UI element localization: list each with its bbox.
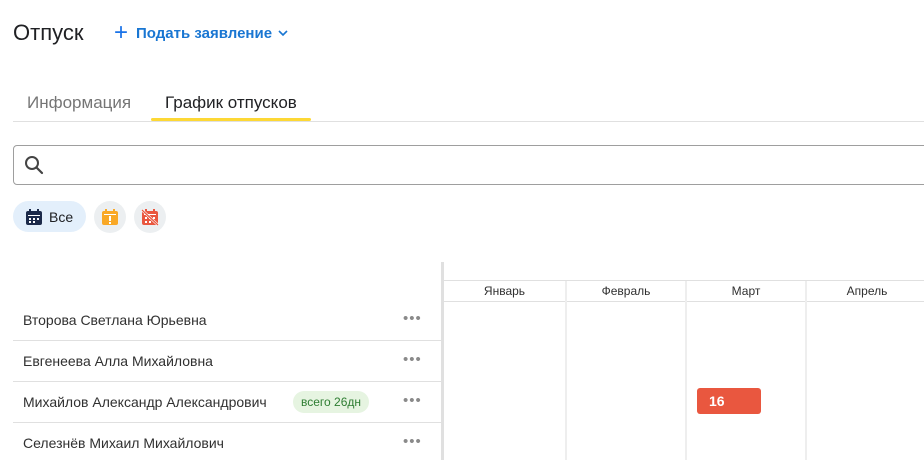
tab-bar: Информация График отпусков bbox=[13, 88, 924, 122]
calendar-rejected-icon bbox=[141, 209, 159, 226]
calendar-icon bbox=[26, 208, 42, 225]
month-divider bbox=[685, 281, 687, 460]
vacation-bar[interactable]: 16 bbox=[697, 388, 761, 414]
month-header-january: Январь bbox=[444, 281, 565, 302]
list-item: Второва Светлана Юрьевна ••• bbox=[13, 300, 441, 341]
active-tab-indicator bbox=[151, 118, 311, 121]
filter-all-label: Все bbox=[49, 208, 74, 225]
more-options-icon[interactable]: ••• bbox=[403, 392, 422, 409]
list-item: Селезнёв Михаил Михайлович ••• bbox=[13, 423, 441, 463]
vacation-calendar: Январь Февраль Март Апрель bbox=[441, 262, 924, 460]
page-title: Отпуск bbox=[13, 20, 84, 45]
employee-name: Михайлов Александр Александрович bbox=[23, 394, 267, 410]
month-header-february: Февраль bbox=[567, 281, 685, 302]
new-application-button[interactable]: + Подать заявление bbox=[114, 19, 289, 46]
month-header-april: Апрель bbox=[807, 281, 924, 302]
list-item: Евгенеева Алла Михайловна ••• bbox=[13, 341, 441, 382]
employee-name: Селезнёв Михаил Михайлович bbox=[23, 435, 224, 451]
month-divider bbox=[565, 281, 567, 460]
search-input[interactable] bbox=[54, 152, 918, 180]
more-options-icon[interactable]: ••• bbox=[403, 433, 422, 450]
employee-name: Второва Светлана Юрьевна bbox=[23, 312, 207, 328]
search-box bbox=[13, 145, 924, 185]
plus-icon: + bbox=[114, 19, 129, 46]
chevron-down-icon bbox=[278, 30, 288, 37]
filter-pending-button[interactable] bbox=[94, 201, 126, 233]
calendar-top-strip bbox=[444, 262, 924, 281]
filter-rejected-button[interactable] bbox=[134, 201, 166, 233]
employee-name: Евгенеева Алла Михайловна bbox=[23, 353, 213, 369]
tab-information[interactable]: Информация bbox=[13, 92, 145, 120]
employee-list: Второва Светлана Юрьевна ••• Евгенеева А… bbox=[13, 300, 441, 463]
search-icon bbox=[25, 156, 44, 175]
tab-vacation-schedule[interactable]: График отпусков bbox=[151, 92, 311, 121]
list-item: Михайлов Александр Александрович всего 2… bbox=[13, 382, 441, 423]
tab-vacation-schedule-label: График отпусков bbox=[165, 93, 297, 112]
more-options-icon[interactable]: ••• bbox=[403, 351, 422, 368]
total-days-badge: всего 26дн bbox=[293, 391, 370, 413]
more-options-icon[interactable]: ••• bbox=[403, 310, 422, 327]
month-divider bbox=[805, 281, 807, 460]
month-header-march: Март bbox=[687, 281, 805, 302]
filter-all-button[interactable]: Все bbox=[13, 201, 86, 232]
new-application-label: Подать заявление bbox=[136, 24, 273, 42]
calendar-pending-icon bbox=[102, 209, 118, 225]
